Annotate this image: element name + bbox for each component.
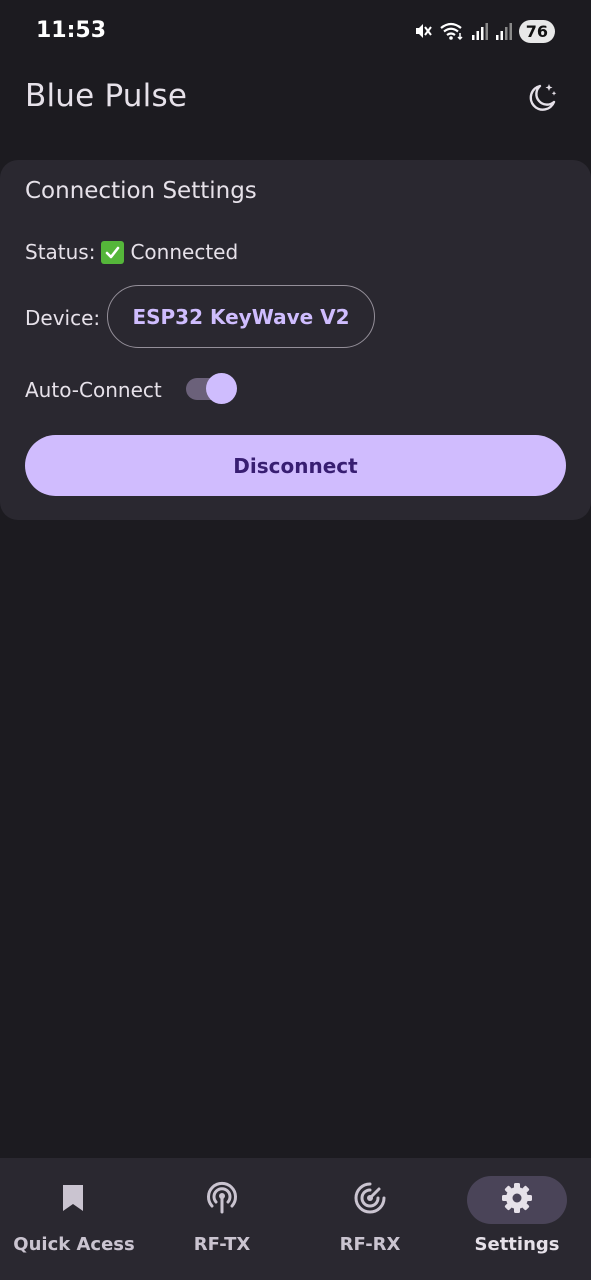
device-select-button[interactable]: ESP32 KeyWave V2 [107, 285, 375, 348]
receiver-icon [353, 1181, 387, 1220]
wifi-icon [439, 21, 465, 41]
nav-label: RF-TX [193, 1234, 251, 1255]
auto-connect-label: Auto-Connect [25, 378, 162, 402]
gear-icon [500, 1181, 534, 1220]
battery-indicator: 76 [518, 19, 555, 43]
app-title: Blue Pulse [25, 78, 188, 114]
disconnect-button[interactable]: Disconnect [25, 435, 566, 496]
nav-item-rf-tx[interactable]: RF-TX [148, 1158, 296, 1280]
signal-icon [471, 21, 489, 41]
status-bar: 11:53 76 [0, 0, 591, 60]
mute-icon [413, 21, 433, 41]
theme-toggle-button[interactable] [522, 80, 562, 120]
bottom-navigation: Quick Acess RF-TX RF-RX Settings [0, 1158, 591, 1280]
moon-stars-icon [525, 81, 559, 120]
nav-icon-container [24, 1176, 124, 1224]
status-row: Status: Connected [25, 240, 238, 264]
device-name: ESP32 KeyWave V2 [132, 304, 350, 329]
nav-icon-container [320, 1176, 420, 1224]
broadcast-icon [205, 1181, 239, 1220]
status-value: Connected [130, 240, 239, 264]
bookmark-icon [61, 1183, 87, 1218]
nav-item-quick-access[interactable]: Quick Acess [0, 1158, 148, 1280]
disconnect-label: Disconnect [233, 453, 358, 478]
auto-connect-switch[interactable] [186, 373, 237, 405]
card-title: Connection Settings [25, 178, 257, 204]
switch-thumb [206, 373, 237, 404]
status-time: 11:53 [36, 18, 107, 43]
nav-icon-container [467, 1176, 567, 1224]
check-box-icon [101, 240, 125, 264]
nav-label: Quick Acess [13, 1234, 135, 1255]
status-icons: 76 [413, 18, 555, 44]
nav-item-settings[interactable]: Settings [443, 1158, 591, 1280]
nav-item-rf-rx[interactable]: RF-RX [296, 1158, 444, 1280]
signal-icon [495, 21, 513, 41]
device-label: Device: [25, 306, 101, 330]
nav-label: Settings [474, 1234, 560, 1255]
nav-label: RF-RX [339, 1234, 401, 1255]
status-label: Status: [25, 240, 96, 264]
nav-icon-container [172, 1176, 272, 1224]
